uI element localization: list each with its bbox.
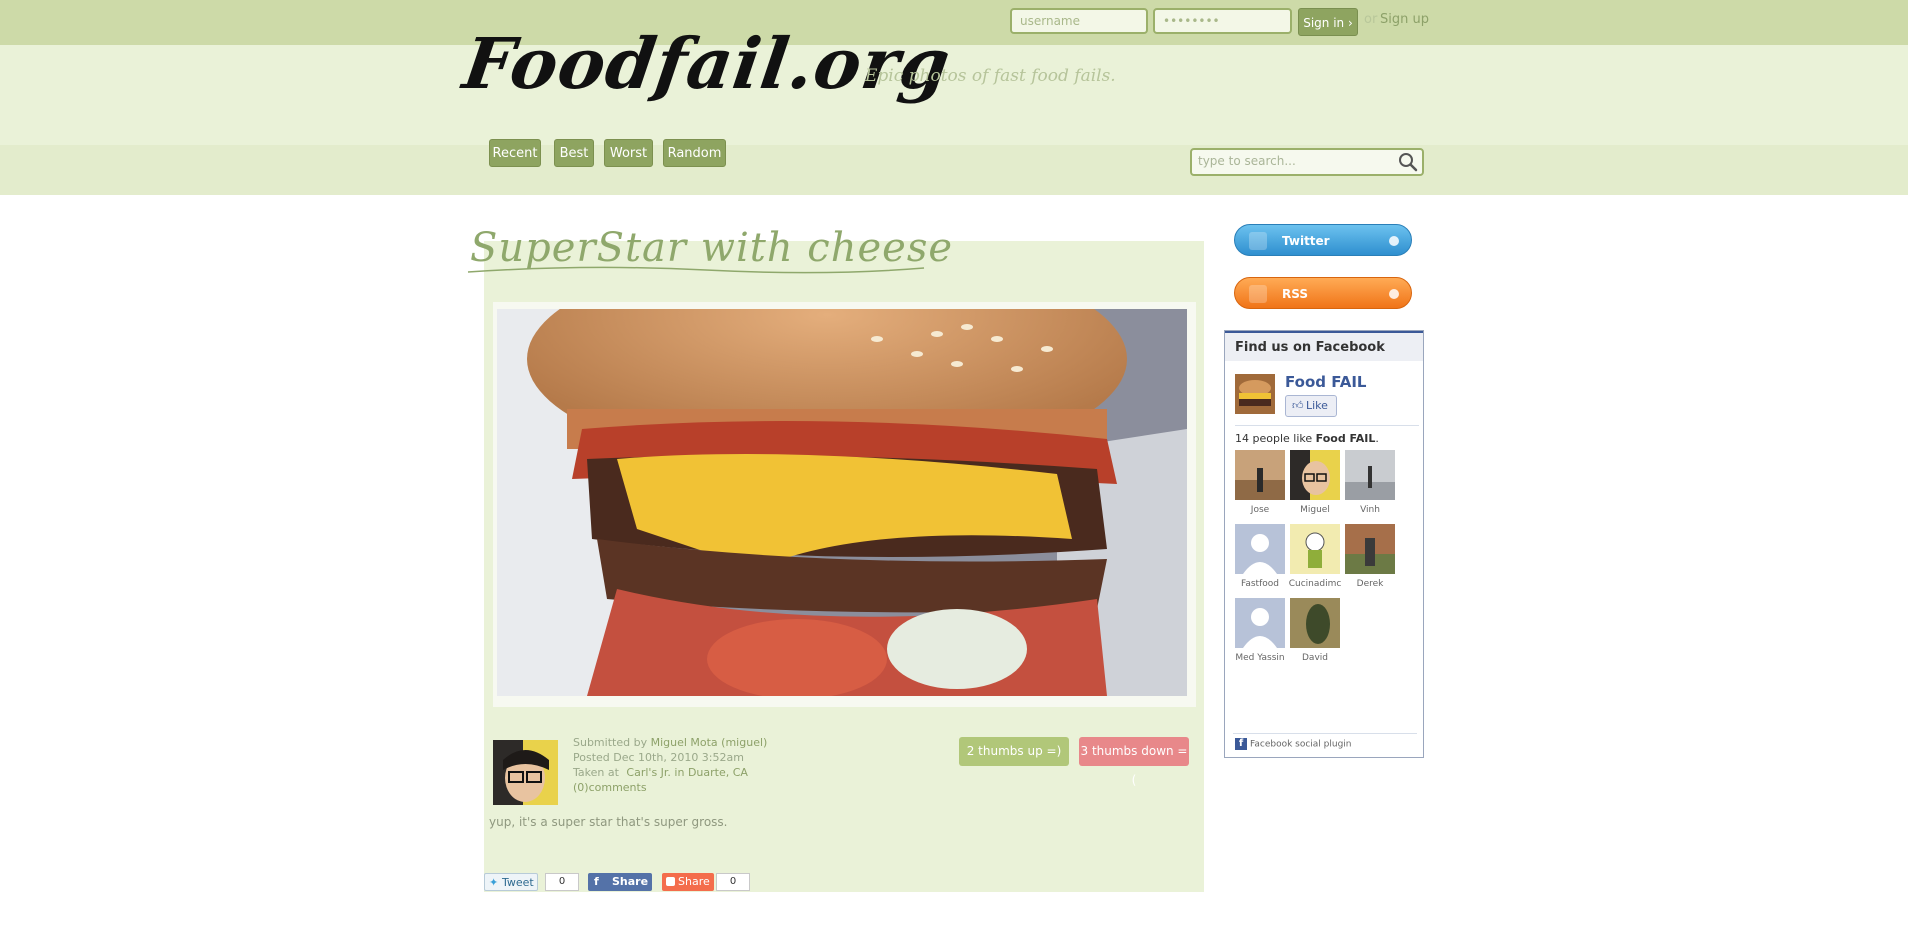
fan-photo-jose[interactable] (1235, 450, 1285, 500)
like-count-page[interactable]: Food FAIL (1316, 432, 1376, 445)
rss-button[interactable]: RSS (1234, 277, 1412, 309)
author-avatar[interactable] (493, 740, 558, 805)
fan-photo-miguel[interactable] (1290, 450, 1340, 500)
share-label: Share (678, 875, 710, 888)
facebook-like-count: 14 people like Food FAIL. (1235, 432, 1379, 445)
search-input[interactable]: type to search... (1198, 154, 1296, 168)
thumbs-up-button[interactable]: 2 thumbs up =) (959, 737, 1069, 766)
fan-photo-derek[interactable] (1345, 524, 1395, 574)
submitted-by: Submitted by Miguel Mota (miguel) (573, 736, 767, 749)
like-count-prefix: 14 people like (1235, 432, 1313, 445)
fan-name[interactable]: David (1285, 653, 1345, 663)
comments-link[interactable]: (0)comments (573, 781, 647, 794)
twitter-button[interactable]: Twitter (1234, 224, 1412, 256)
facebook-heading[interactable]: Find us on Facebook (1235, 340, 1385, 355)
plus-icon (1389, 289, 1399, 299)
page-thumbnail[interactable] (1235, 374, 1275, 414)
fan-name[interactable]: Jose (1230, 505, 1290, 515)
search-icon[interactable] (1397, 151, 1419, 173)
fan-name[interactable]: Vinh (1340, 505, 1400, 515)
submitted-by-prefix: Submitted by (573, 736, 648, 749)
fan-photo-med-yassin[interactable] (1235, 598, 1285, 648)
facebook-plugin-label: Facebook social plugin (1250, 739, 1352, 750)
rss-label: RSS (1282, 287, 1308, 301)
rss-icon (1249, 285, 1267, 303)
divider (1233, 733, 1417, 734)
password-field[interactable]: •••••••• (1153, 8, 1292, 34)
comments-count[interactable]: (0)comments (573, 781, 647, 794)
plus-icon (1389, 236, 1399, 246)
posted-date: Posted Dec 10th, 2010 3:52am (573, 751, 744, 764)
site-logo[interactable]: Foodfail.org (458, 22, 955, 105)
fan-name[interactable]: Miguel (1285, 505, 1345, 515)
facebook-share-label: Share (612, 875, 649, 888)
fan-name[interactable]: Fastfood (1230, 579, 1290, 589)
nav-band (0, 145, 1908, 195)
tweet-count: 0 (545, 873, 579, 891)
fan-photo-cucinadimc[interactable] (1290, 524, 1340, 574)
facebook-like-button[interactable]: 👍︎ Like (1285, 395, 1337, 417)
fan-photo-fastfood[interactable] (1235, 524, 1285, 574)
tweet-button[interactable]: ✦ Tweet (484, 873, 538, 891)
facebook-social-plugin[interactable]: f Facebook social plugin (1235, 738, 1352, 750)
post-description: yup, it's a super star that's super gros… (489, 815, 728, 829)
thumbs-down-button[interactable]: 3 thumbs down =( (1079, 737, 1189, 787)
share-icon (666, 877, 675, 886)
site-tagline: Epic photos of fast food fails. (865, 66, 1116, 86)
sign-up-link[interactable]: Sign up (1380, 12, 1429, 27)
bird-icon: ✦ (489, 876, 499, 889)
facebook-f-icon: f (594, 875, 599, 888)
nav-best[interactable]: Best (554, 139, 594, 167)
facebook-share-button[interactable]: f Share (588, 873, 652, 891)
or-text: or (1364, 12, 1378, 27)
fan-name[interactable]: Cucinadimc (1285, 579, 1345, 589)
divider (1235, 425, 1419, 426)
nav-random[interactable]: Random (663, 139, 726, 167)
header-band (0, 45, 1908, 145)
tweet-label: Tweet (502, 876, 534, 889)
nav-worst[interactable]: Worst (604, 139, 653, 167)
author-link[interactable]: Miguel Mota (miguel) (651, 736, 768, 749)
twitter-icon (1249, 232, 1267, 250)
facebook-page-name[interactable]: Food FAIL (1285, 373, 1366, 391)
nav-recent[interactable]: Recent (489, 139, 541, 167)
location-link[interactable]: Carl's Jr. in Duarte, CA (626, 766, 748, 779)
like-count-suffix: . (1375, 432, 1379, 445)
facebook-icon: f (1235, 738, 1247, 750)
taken-at: Taken at Carl's Jr. in Duarte, CA (573, 766, 748, 779)
taken-at-prefix: Taken at (573, 766, 619, 779)
twitter-label: Twitter (1282, 234, 1330, 248)
fan-photo-david[interactable] (1290, 598, 1340, 648)
fan-name[interactable]: Med Yassin (1230, 653, 1290, 663)
share-count: 0 (716, 873, 750, 891)
thumbs-up-icon: 👍︎ (1292, 399, 1304, 412)
like-label: Like (1306, 399, 1328, 412)
title-underline-flourish (467, 266, 925, 274)
fan-photo-vinh[interactable] (1345, 450, 1395, 500)
username-field[interactable]: username (1010, 8, 1148, 34)
fan-name[interactable]: Derek (1340, 579, 1400, 589)
share-button[interactable]: Share (662, 873, 714, 891)
sign-in-button[interactable]: Sign in › (1298, 8, 1358, 36)
burger-photo[interactable] (497, 309, 1187, 696)
